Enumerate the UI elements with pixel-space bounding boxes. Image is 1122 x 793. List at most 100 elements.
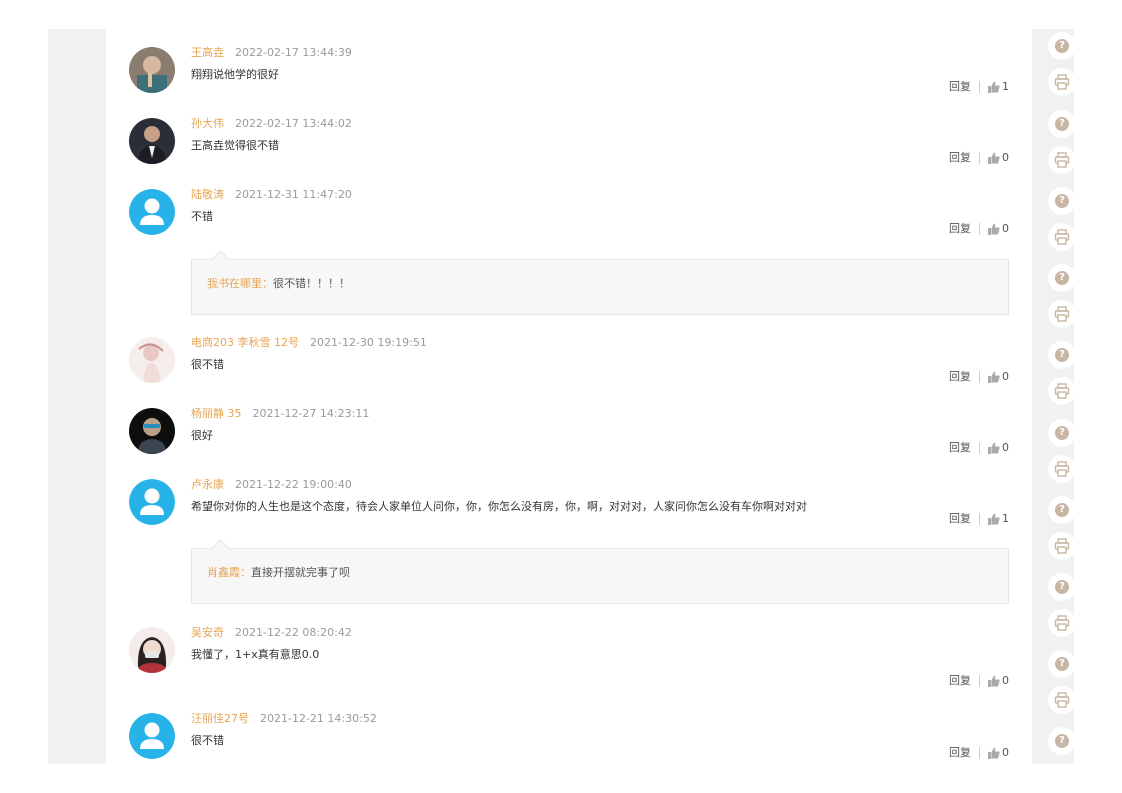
comment-actions: 回复 0 (949, 441, 1009, 455)
left-gutter (48, 29, 106, 764)
comment-actions: 回复 1 (949, 512, 1009, 526)
reply-button[interactable]: 回复 (949, 370, 971, 384)
comment-list: 王高垚 2022-02-17 13:44:39 翔翔说他学的很好 回复 1 孙大伟… (129, 29, 1009, 764)
comment-author[interactable]: 电商203 李秋雪 12号 (191, 336, 299, 349)
comment-text: 很好 (191, 429, 213, 442)
avatar[interactable] (129, 47, 175, 93)
like-count: 1 (1002, 80, 1009, 93)
help-icon[interactable]: ? (1048, 727, 1074, 755)
divider (979, 371, 980, 383)
comment-text: 很不错 (191, 358, 224, 371)
reply-button[interactable]: 回复 (949, 674, 971, 688)
comment-author[interactable]: 汪丽佳27号 (191, 712, 249, 725)
comment-text: 翔翔说他学的很好 (191, 68, 279, 81)
print-icon[interactable] (1048, 300, 1074, 328)
comment-time: 2022-02-17 13:44:02 (235, 117, 352, 130)
comment-text: 很不错 (191, 734, 224, 747)
print-icon[interactable] (1048, 686, 1074, 714)
divider (979, 152, 980, 164)
print-icon[interactable] (1048, 68, 1074, 96)
comment-author[interactable]: 杨丽静 35 (191, 407, 242, 420)
comment-time: 2021-12-22 19:00:40 (235, 478, 352, 491)
thumbs-up-icon[interactable] (988, 152, 1000, 164)
thumbs-up-icon[interactable] (988, 371, 1000, 383)
reply-button[interactable]: 回复 (949, 746, 971, 760)
sub-reply-author[interactable]: 肖鑫霞： (207, 566, 251, 579)
comment-text: 不错 (191, 210, 213, 223)
thumbs-up-icon[interactable] (988, 223, 1000, 235)
like-count: 0 (1002, 441, 1009, 454)
comment-meta: 陆敬涛 2021-12-31 11:47:20 (191, 188, 352, 202)
help-icon[interactable]: ? (1048, 496, 1074, 524)
default-avatar[interactable] (129, 713, 175, 759)
sub-reply: 我书在哪里：很不错！！！！ (207, 277, 350, 291)
print-icon[interactable] (1048, 532, 1074, 560)
comment-time: 2021-12-27 14:23:11 (252, 407, 370, 420)
default-avatar[interactable] (129, 189, 175, 235)
reply-button[interactable]: 回复 (949, 512, 971, 526)
like-count: 1 (1002, 512, 1009, 525)
comment-meta: 吴安奇 2021-12-22 08:20:42 (191, 626, 352, 640)
comment-author[interactable]: 卢永康 (191, 478, 224, 491)
print-icon[interactable] (1048, 223, 1074, 251)
avatar[interactable] (129, 408, 175, 454)
sub-reply-box: 肖鑫霞：直接开摆就完事了呗 (191, 539, 1009, 604)
comment-author[interactable]: 王高垚 (191, 46, 224, 59)
sub-reply-author[interactable]: 我书在哪里： (207, 277, 273, 290)
comment-text: 我懂了，1+x真有意思0.0 (191, 648, 320, 661)
sub-reply-box: 我书在哪里：很不错！！！！ (191, 250, 1009, 315)
print-icon[interactable] (1048, 609, 1074, 637)
like-count: 0 (1002, 151, 1009, 164)
thumbs-up-icon[interactable] (988, 675, 1000, 687)
help-icon[interactable]: ? (1048, 419, 1074, 447)
divider (979, 747, 980, 759)
reply-button[interactable]: 回复 (949, 441, 971, 455)
comment-meta: 汪丽佳27号 2021-12-21 14:30:52 (191, 712, 377, 726)
default-avatar[interactable] (129, 479, 175, 525)
comment-meta: 王高垚 2022-02-17 13:44:39 (191, 46, 352, 60)
comment-actions: 回复 1 (949, 80, 1009, 94)
avatar[interactable] (129, 337, 175, 383)
comment-time: 2021-12-22 08:20:42 (235, 626, 352, 639)
thumbs-up-icon[interactable] (988, 81, 1000, 93)
comment-time: 2021-12-31 11:47:20 (235, 188, 352, 201)
help-icon[interactable]: ? (1048, 573, 1074, 601)
divider (979, 223, 980, 235)
like-count: 0 (1002, 222, 1009, 235)
comment-author[interactable]: 陆敬涛 (191, 188, 224, 201)
comment-time: 2021-12-21 14:30:52 (260, 712, 377, 725)
comment-author[interactable]: 吴安奇 (191, 626, 224, 639)
divider (979, 442, 980, 454)
comment-meta: 卢永康 2021-12-22 19:00:40 (191, 478, 352, 492)
sub-reply-arrow (211, 539, 230, 558)
comment-actions: 回复 0 (949, 151, 1009, 165)
thumbs-up-icon[interactable] (988, 513, 1000, 525)
print-icon[interactable] (1048, 146, 1074, 174)
help-icon[interactable]: ? (1048, 110, 1074, 138)
comment-author[interactable]: 孙大伟 (191, 117, 224, 130)
help-icon[interactable]: ? (1048, 650, 1074, 678)
comment-actions: 回复 0 (949, 222, 1009, 236)
thumbs-up-icon[interactable] (988, 747, 1000, 759)
avatar[interactable] (129, 118, 175, 164)
avatar[interactable] (129, 627, 175, 673)
comment-actions: 回复 0 (949, 746, 1009, 760)
thumbs-up-icon[interactable] (988, 442, 1000, 454)
help-icon[interactable]: ? (1048, 264, 1074, 292)
reply-button[interactable]: 回复 (949, 222, 971, 236)
like-count: 0 (1002, 746, 1009, 759)
sub-reply-arrow (211, 250, 230, 269)
reply-button[interactable]: 回复 (949, 80, 971, 94)
comment-time: 2022-02-17 13:44:39 (235, 46, 352, 59)
like-count: 0 (1002, 370, 1009, 383)
divider (979, 81, 980, 93)
print-icon[interactable] (1048, 455, 1074, 483)
comment-text: 王高垚觉得很不错 (191, 139, 279, 152)
reply-button[interactable]: 回复 (949, 151, 971, 165)
help-icon[interactable]: ? (1048, 32, 1074, 60)
print-icon[interactable] (1048, 377, 1074, 405)
comment-actions: 回复 0 (949, 674, 1009, 688)
help-icon[interactable]: ? (1048, 187, 1074, 215)
help-icon[interactable]: ? (1048, 341, 1074, 369)
comment-actions: 回复 0 (949, 370, 1009, 384)
